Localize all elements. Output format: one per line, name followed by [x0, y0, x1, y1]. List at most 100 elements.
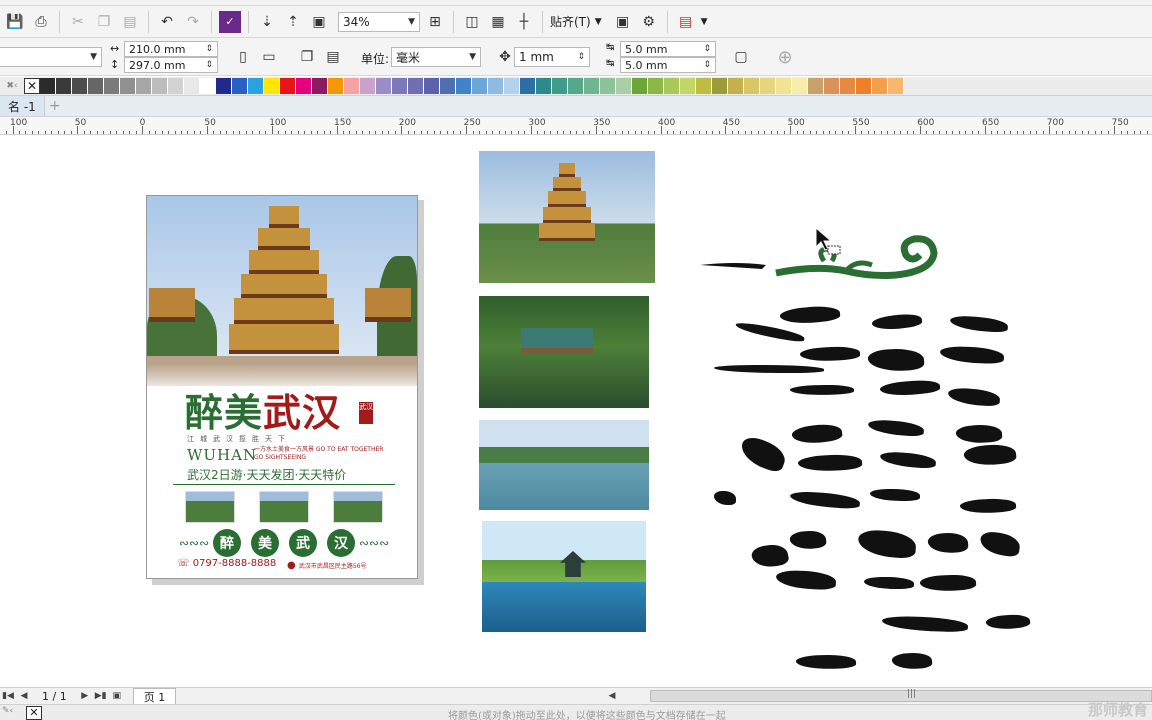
color-swatch[interactable]: [808, 78, 824, 94]
color-swatch[interactable]: [312, 78, 328, 94]
ink-stroke[interactable]: [797, 452, 863, 474]
full-screen-preview-icon[interactable]: ◫: [461, 11, 483, 33]
color-swatch[interactable]: [88, 78, 104, 94]
import-icon[interactable]: ⇣: [256, 11, 278, 33]
color-swatch[interactable]: [344, 78, 360, 94]
show-grid-icon[interactable]: ▦: [487, 11, 509, 33]
save-icon[interactable]: 💾: [4, 11, 26, 33]
ink-stroke[interactable]: [750, 542, 790, 570]
color-swatch[interactable]: [648, 78, 664, 94]
ink-stroke[interactable]: [947, 387, 1001, 407]
ink-stroke[interactable]: [985, 612, 1031, 632]
color-swatch[interactable]: [728, 78, 744, 94]
ink-stroke[interactable]: [789, 490, 861, 510]
color-swatch[interactable]: [776, 78, 792, 94]
ink-stroke[interactable]: [857, 529, 917, 559]
nudge-distance-field[interactable]: 1 mm ⇕: [514, 47, 590, 67]
last-page-icon[interactable]: ▶▮: [93, 691, 109, 701]
color-swatch[interactable]: [424, 78, 440, 94]
show-guidelines-icon[interactable]: ┼: [513, 11, 535, 33]
color-swatch[interactable]: [168, 78, 184, 94]
color-swatch[interactable]: [376, 78, 392, 94]
ink-stroke[interactable]: [927, 531, 969, 555]
duplicate-distance-x-field[interactable]: 5.0 mm ⇕: [620, 41, 716, 57]
color-swatch[interactable]: [152, 78, 168, 94]
ink-stroke[interactable]: [789, 383, 855, 397]
all-pages-icon[interactable]: ❐: [296, 46, 318, 68]
color-swatch[interactable]: [120, 78, 136, 94]
color-swatch[interactable]: [408, 78, 424, 94]
cut-icon[interactable]: ✂: [67, 11, 89, 33]
ink-stroke[interactable]: [867, 419, 925, 437]
color-swatch[interactable]: [744, 78, 760, 94]
options-icon[interactable]: ⚙: [638, 11, 660, 33]
ink-stroke[interactable]: [795, 653, 857, 671]
ink-stroke[interactable]: [714, 491, 736, 505]
spinner-icon[interactable]: ⇕: [703, 44, 711, 54]
drawing-canvas[interactable]: 醉美武汉 武汉 江城武汉揽胜天下 WUHAN 一方水土美食一方风景 GO TO …: [0, 135, 1152, 687]
ink-stroke[interactable]: [799, 344, 861, 364]
new-document-tab-icon[interactable]: +: [45, 98, 65, 114]
color-swatch[interactable]: [56, 78, 72, 94]
ink-stroke[interactable]: [790, 421, 844, 447]
color-swatch[interactable]: [296, 78, 312, 94]
color-swatch[interactable]: [552, 78, 568, 94]
redo-icon[interactable]: ↷: [182, 11, 204, 33]
color-swatch[interactable]: [72, 78, 88, 94]
color-swatch[interactable]: [488, 78, 504, 94]
color-swatch[interactable]: [328, 78, 344, 94]
prev-page-icon[interactable]: ◀: [16, 691, 32, 701]
publish-pdf-icon[interactable]: ▣: [308, 11, 330, 33]
ink-stroke[interactable]: [734, 320, 806, 344]
color-swatch[interactable]: [280, 78, 296, 94]
page-size-combo[interactable]: ▼: [0, 47, 102, 67]
horizontal-ruler[interactable]: 100 50 0 50 100 150 200 250 300 350 400 450 500 550 60…: [0, 117, 1152, 135]
color-swatch[interactable]: [456, 78, 472, 94]
spinner-icon[interactable]: ⇕: [577, 52, 585, 62]
landscape-icon[interactable]: ▭: [258, 46, 280, 68]
document-tab[interactable]: 名 -1: [0, 96, 45, 116]
zoom-level-combo[interactable]: 34% ▼: [338, 11, 420, 32]
ink-stroke[interactable]: [881, 615, 969, 633]
color-swatch[interactable]: [888, 78, 904, 94]
color-swatch[interactable]: [392, 78, 408, 94]
color-swatch[interactable]: [536, 78, 552, 94]
color-swatch[interactable]: [712, 78, 728, 94]
units-combo[interactable]: 毫米 ▼: [391, 47, 481, 67]
snap-to-menu[interactable]: 贴齐(T): [550, 13, 591, 30]
first-page-icon[interactable]: ▮◀: [0, 691, 16, 701]
ink-stroke[interactable]: [864, 577, 914, 589]
color-swatch[interactable]: [184, 78, 200, 94]
color-swatch[interactable]: [792, 78, 808, 94]
color-swatch[interactable]: [40, 78, 56, 94]
spinner-icon[interactable]: ⇕: [205, 44, 213, 54]
ink-stroke[interactable]: [978, 530, 1022, 558]
color-swatch[interactable]: [520, 78, 536, 94]
page-width-field[interactable]: 210.0 mm ⇕: [124, 41, 218, 57]
ink-stroke[interactable]: [775, 569, 837, 591]
color-swatch[interactable]: [840, 78, 856, 94]
color-swatch[interactable]: [264, 78, 280, 94]
color-swatch[interactable]: [632, 78, 648, 94]
color-swatch[interactable]: [440, 78, 456, 94]
color-swatch[interactable]: [248, 78, 264, 94]
color-swatch[interactable]: [616, 78, 632, 94]
color-swatch[interactable]: [872, 78, 888, 94]
ink-stroke[interactable]: [870, 489, 920, 501]
zoom-fit-icon[interactable]: ⊞: [424, 11, 446, 33]
ink-stroke[interactable]: [779, 303, 841, 327]
ink-stroke[interactable]: [955, 423, 1003, 445]
welcome-screen-icon[interactable]: ▣: [612, 11, 634, 33]
ink-stroke[interactable]: [959, 497, 1017, 515]
horizontal-scrollbar[interactable]: |||: [650, 689, 1152, 702]
ink-stroke[interactable]: [736, 433, 790, 475]
scroll-left-icon[interactable]: ◀: [604, 691, 620, 701]
palette-scroll-icon[interactable]: ✖‹: [0, 81, 24, 91]
ink-stroke[interactable]: [714, 365, 824, 373]
color-swatch[interactable]: [584, 78, 600, 94]
ink-stroke[interactable]: [891, 651, 933, 671]
color-swatch[interactable]: [136, 78, 152, 94]
ink-stroke[interactable]: [939, 345, 1005, 365]
app-launcher-icon[interactable]: ✓: [219, 10, 241, 33]
color-swatch[interactable]: [360, 78, 376, 94]
